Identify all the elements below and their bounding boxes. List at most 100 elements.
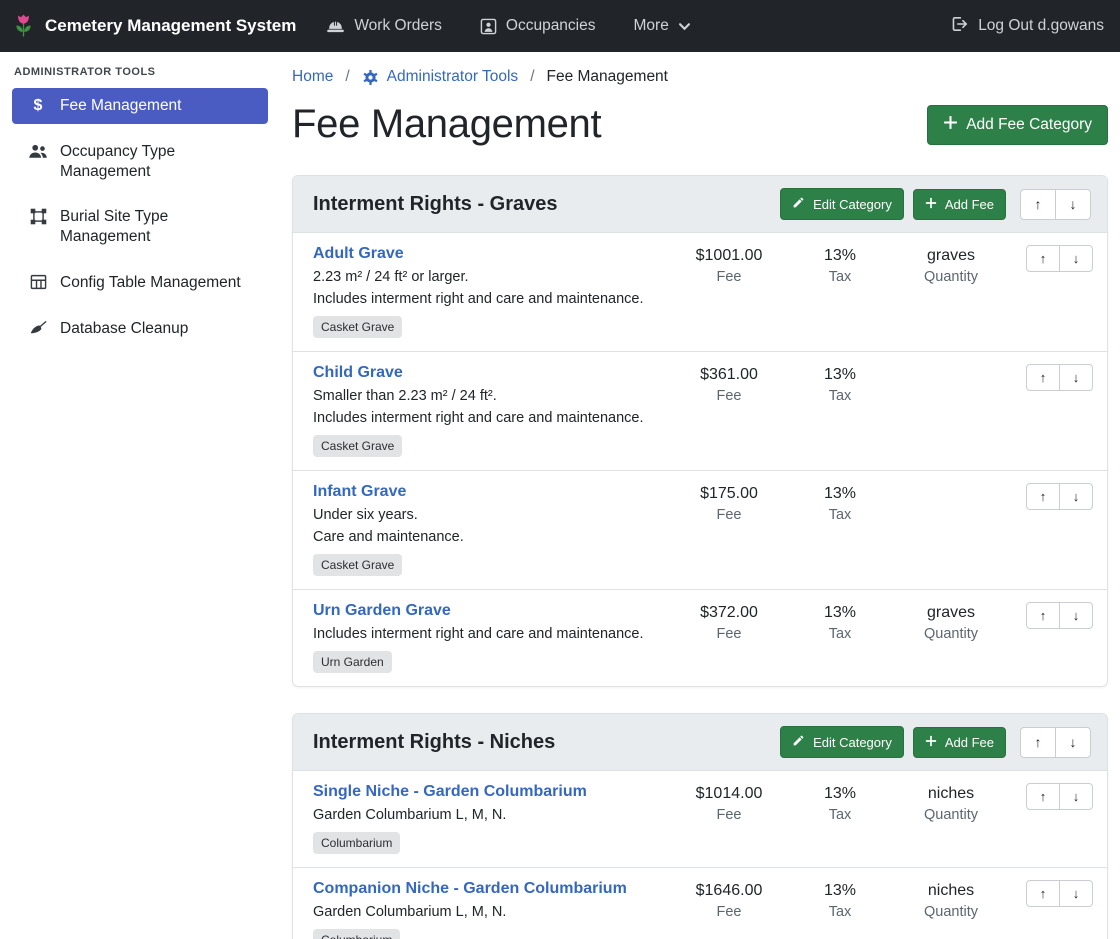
fee-quantity-label: Quantity: [892, 904, 1010, 920]
fee-amount-label: Fee: [670, 904, 788, 920]
arrow-up-icon: ↑: [1040, 886, 1047, 901]
move-fee-up-button[interactable]: ↑: [1026, 880, 1060, 907]
fee-name-link[interactable]: Adult Grave: [313, 245, 404, 263]
arrow-down-icon: ↓: [1073, 489, 1080, 504]
nav-occupancies-label: Occupancies: [506, 17, 596, 35]
breadcrumb-admin-tools-link[interactable]: Administrator Tools: [362, 68, 519, 86]
add-fee-label: Add Fee: [945, 735, 994, 750]
nav-occupancies[interactable]: Occupancies: [480, 17, 596, 35]
move-fee-up-button[interactable]: ↑: [1026, 483, 1060, 510]
hard-hat-icon: [326, 18, 345, 34]
fee-tax: 13%: [788, 247, 892, 265]
fee-row: Adult Grave 2.23 m² / 24 ft² or larger. …: [293, 233, 1107, 352]
move-fee-up-button[interactable]: ↑: [1026, 245, 1060, 272]
occupancy-icon: [480, 18, 497, 35]
move-fee-down-button[interactable]: ↓: [1059, 364, 1093, 391]
brand[interactable]: Cemetery Management System: [12, 13, 296, 39]
fee-description-line: Under six years.: [313, 507, 662, 523]
fee-name-link[interactable]: Companion Niche - Garden Columbarium: [313, 880, 627, 898]
fee-category-card: Interment Rights - Graves Edit Category …: [292, 175, 1108, 687]
tulip-logo-icon: [12, 13, 35, 39]
fee-amount: $1014.00: [670, 785, 788, 803]
edit-category-button[interactable]: Edit Category: [780, 188, 904, 220]
chevron-down-icon: [678, 20, 691, 33]
move-category-up-button[interactable]: ↑: [1020, 727, 1056, 758]
add-fee-button[interactable]: Add Fee: [913, 189, 1006, 220]
move-category-up-button[interactable]: ↑: [1020, 189, 1056, 220]
edit-category-label: Edit Category: [813, 735, 892, 750]
edit-category-button[interactable]: Edit Category: [780, 726, 904, 758]
fee-amount-cell: $1001.00 Fee: [670, 245, 788, 338]
sidebar-item-burial-site-type-management[interactable]: Burial Site Type Management: [12, 199, 268, 255]
move-fee-up-button[interactable]: ↑: [1026, 364, 1060, 391]
pencil-icon: [792, 734, 805, 750]
move-fee-down-button[interactable]: ↓: [1059, 783, 1093, 810]
fee-tax-label: Tax: [788, 807, 892, 823]
category-title: Interment Rights - Graves: [313, 193, 771, 216]
breadcrumb-separator: /: [345, 68, 349, 86]
arrow-down-icon: ↓: [1073, 608, 1080, 623]
breadcrumb-home-link[interactable]: Home: [292, 68, 333, 86]
main-content: Home / Administrator Tools / Fee Managem…: [280, 52, 1120, 939]
fee-reorder-controls: ↑ ↓: [1015, 245, 1093, 338]
move-category-down-button[interactable]: ↓: [1055, 727, 1091, 758]
page-title: Fee Management: [292, 102, 601, 147]
arrow-up-icon: ↑: [1035, 734, 1042, 750]
fee-quantity-label: Quantity: [892, 269, 1010, 285]
fee-amount: $372.00: [670, 604, 788, 622]
sidebar-item-config-table-management[interactable]: Config Table Management: [12, 265, 268, 301]
nav-work-orders-label: Work Orders: [354, 17, 442, 35]
sidebar-item-label: Burial Site Type Management: [60, 207, 258, 247]
fee-info: Adult Grave 2.23 m² / 24 ft² or larger. …: [313, 245, 670, 338]
fee-tax-label: Tax: [788, 388, 892, 404]
fee-description-line: 2.23 m² / 24 ft² or larger.: [313, 269, 662, 285]
sidebar-item-occupancy-type-management[interactable]: Occupancy Type Management: [12, 134, 268, 190]
arrow-up-icon: ↑: [1035, 196, 1042, 212]
sidebar-item-label: Occupancy Type Management: [60, 142, 258, 182]
move-fee-up-button[interactable]: ↑: [1026, 783, 1060, 810]
nav-links: Work Orders Occupancies More: [326, 17, 691, 35]
breadcrumb-admin-tools-label: Administrator Tools: [387, 68, 519, 86]
users-icon: [28, 143, 48, 182]
fee-description-line: Includes interment right and care and ma…: [313, 626, 662, 642]
arrow-down-icon: ↓: [1070, 734, 1077, 750]
category-header: Interment Rights - Niches Edit Category …: [293, 714, 1107, 771]
add-fee-label: Add Fee: [945, 197, 994, 212]
sidebar-item-fee-management[interactable]: $ Fee Management: [12, 88, 268, 124]
category-title: Interment Rights - Niches: [313, 731, 771, 754]
move-fee-down-button[interactable]: ↓: [1059, 880, 1093, 907]
move-category-down-button[interactable]: ↓: [1055, 189, 1091, 220]
add-fee-category-button[interactable]: Add Fee Category: [927, 105, 1108, 145]
fee-quantity: graves: [892, 247, 1010, 265]
fee-name-link[interactable]: Child Grave: [313, 364, 403, 382]
fee-reorder-controls: ↑ ↓: [1015, 364, 1093, 457]
gear-icon: [362, 69, 379, 86]
plus-icon: [943, 115, 958, 135]
move-fee-down-button[interactable]: ↓: [1059, 602, 1093, 629]
fee-name-link[interactable]: Single Niche - Garden Columbarium: [313, 783, 587, 801]
fee-amount-cell: $175.00 Fee: [670, 483, 788, 576]
add-fee-category-label: Add Fee Category: [966, 116, 1092, 134]
move-fee-down-button[interactable]: ↓: [1059, 483, 1093, 510]
move-fee-up-button[interactable]: ↑: [1026, 602, 1060, 629]
add-fee-button[interactable]: Add Fee: [913, 727, 1006, 758]
fee-amount-label: Fee: [670, 269, 788, 285]
pencil-icon: [792, 196, 805, 212]
arrow-down-icon: ↓: [1073, 886, 1080, 901]
table-icon: [28, 274, 48, 293]
fee-name-link[interactable]: Infant Grave: [313, 483, 406, 501]
move-fee-down-button[interactable]: ↓: [1059, 245, 1093, 272]
nav-more[interactable]: More: [634, 17, 691, 35]
fee-name-link[interactable]: Urn Garden Grave: [313, 602, 451, 620]
logout-link[interactable]: Log Out d.gowans: [951, 16, 1104, 37]
sidebar-item-database-cleanup[interactable]: Database Cleanup: [12, 311, 268, 347]
fee-quantity-cell: [892, 483, 1010, 576]
fee-amount-label: Fee: [670, 507, 788, 523]
page-header: Fee Management Add Fee Category: [292, 102, 1108, 147]
category-header: Interment Rights - Graves Edit Category …: [293, 176, 1107, 233]
fee-amount-cell: $372.00 Fee: [670, 602, 788, 673]
nav-work-orders[interactable]: Work Orders: [326, 17, 442, 35]
arrow-up-icon: ↑: [1040, 789, 1047, 804]
plus-icon: [925, 735, 937, 750]
fee-type-badge: Urn Garden: [313, 651, 392, 673]
